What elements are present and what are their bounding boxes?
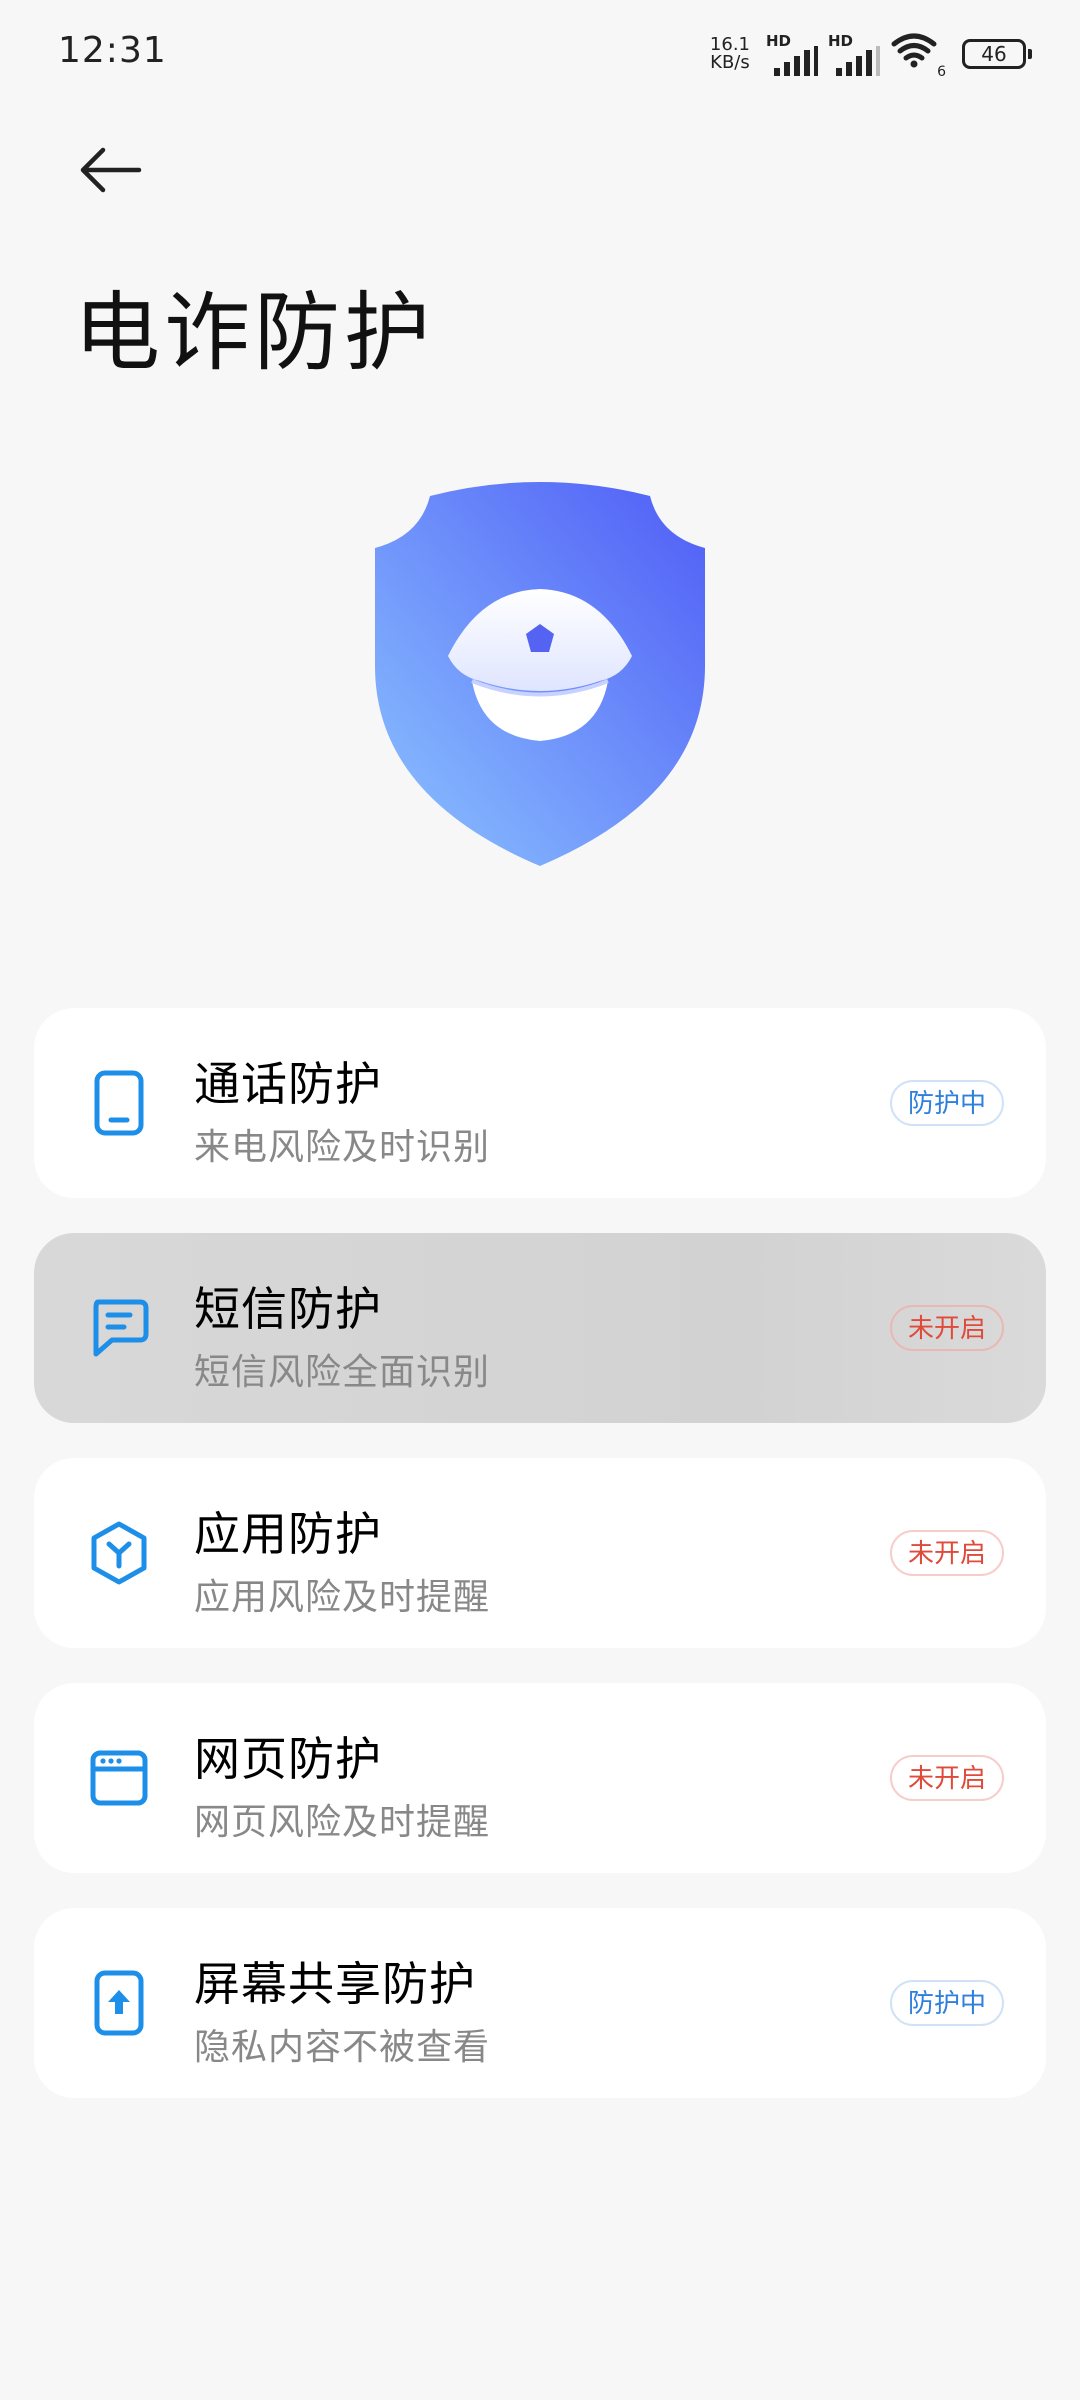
back-button[interactable] xyxy=(70,130,150,210)
message-icon xyxy=(84,1293,154,1363)
battery-icon: 46 xyxy=(962,39,1032,69)
phone-icon xyxy=(84,1068,154,1138)
status-badge: 未开启 xyxy=(889,1305,1004,1351)
status-time: 12:31 xyxy=(58,30,167,71)
network-speed: 16.1 KB/s xyxy=(710,36,750,72)
web-protection-item[interactable]: 网页防护 网页风险及时提醒 未开启 xyxy=(34,1683,1046,1873)
item-title: 通话防护 xyxy=(194,1057,382,1111)
status-badge: 防护中 xyxy=(889,1080,1004,1126)
status-icons: 16.1 KB/s HD HD 6 46 xyxy=(710,30,1032,80)
item-subtitle: 短信风险全面识别 xyxy=(194,1352,491,1393)
status-badge: 未开启 xyxy=(889,1755,1004,1801)
shield-police-cap-icon xyxy=(375,482,705,866)
screen-share-protection-item[interactable]: 屏幕共享防护 隐私内容不被查看 防护中 xyxy=(34,1908,1046,2098)
browser-window-icon xyxy=(84,1743,154,1813)
status-bar: 12:31 16.1 KB/s HD HD 6 46 xyxy=(0,0,1080,108)
protection-list: 通话防护 来电风险及时识别 防护中 短信防护 短信风险全面识别 未开启 应用防护… xyxy=(34,1008,1046,2133)
item-subtitle: 来电风险及时识别 xyxy=(194,1127,491,1168)
sms-protection-item[interactable]: 短信防护 短信风险全面识别 未开启 xyxy=(34,1233,1046,1423)
app-cube-icon xyxy=(84,1518,154,1588)
item-title: 屏幕共享防护 xyxy=(194,1957,476,2011)
wifi-label: 6 xyxy=(937,64,946,80)
item-subtitle: 网页风险及时提醒 xyxy=(194,1802,491,1843)
item-title: 短信防护 xyxy=(194,1282,382,1336)
status-badge: 防护中 xyxy=(889,1980,1004,2026)
battery-level: 46 xyxy=(981,42,1007,66)
item-subtitle: 隐私内容不被查看 xyxy=(194,2027,491,2068)
shield-illustration xyxy=(360,476,720,876)
item-title: 应用防护 xyxy=(194,1507,382,1561)
call-protection-item[interactable]: 通话防护 来电风险及时识别 防护中 xyxy=(34,1008,1046,1198)
page-title: 电诈防护 xyxy=(74,283,434,383)
screen-share-icon xyxy=(84,1968,154,2038)
signal-sim1-icon: HD xyxy=(766,32,818,76)
app-protection-item[interactable]: 应用防护 应用风险及时提醒 未开启 xyxy=(34,1458,1046,1648)
item-subtitle: 应用风险及时提醒 xyxy=(194,1577,491,1618)
item-title: 网页防护 xyxy=(194,1732,382,1786)
signal-sim2-icon: HD xyxy=(828,32,880,76)
wifi-icon: 6 xyxy=(890,32,946,80)
network-speed-unit: KB/s xyxy=(710,52,750,73)
status-badge: 未开启 xyxy=(889,1530,1004,1576)
arrow-left-icon xyxy=(80,147,142,193)
